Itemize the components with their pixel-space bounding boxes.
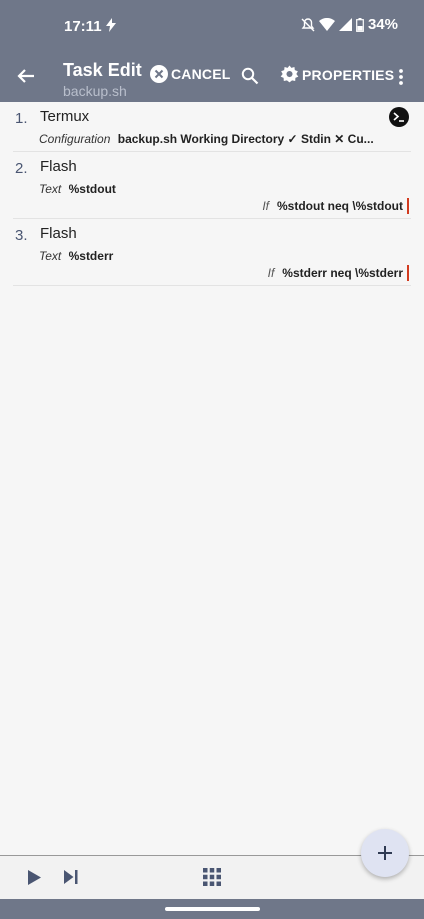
status-time: 17:11 <box>64 18 102 35</box>
cancel-label: CANCEL <box>171 66 231 82</box>
back-button[interactable] <box>14 64 38 88</box>
battery-icon <box>356 17 364 32</box>
play-button[interactable] <box>28 870 41 890</box>
more-vert-icon <box>399 69 403 85</box>
bottom-toolbar <box>0 856 424 899</box>
param-key: Text <box>39 249 62 263</box>
param-key: Configuration <box>39 132 111 146</box>
condition-marker <box>407 265 409 281</box>
home-handle[interactable] <box>165 907 260 911</box>
condition-label: If <box>262 199 269 213</box>
plus-icon <box>378 846 392 860</box>
condition-label: If <box>267 266 275 280</box>
cancel-icon <box>150 65 168 83</box>
grid-icon <box>203 868 221 886</box>
properties-label: PROPERTIES <box>302 66 395 83</box>
system-icons: 34% <box>301 16 398 33</box>
search-button[interactable] <box>241 67 259 85</box>
mute-icon <box>301 17 315 31</box>
wifi-icon <box>318 18 335 31</box>
bolt-icon <box>106 18 116 35</box>
condition-expression: %stderr neq \%stderr <box>282 266 403 280</box>
action-row[interactable]: 3. Flash Text %stderr If %stderr neq \%s… <box>13 219 411 286</box>
condition-marker <box>407 198 409 214</box>
action-row[interactable]: 1. Termux Configuration backup.sh Workin… <box>13 102 411 152</box>
more-options-button[interactable] <box>398 69 404 85</box>
apps-grid-button[interactable] <box>203 868 221 891</box>
param-value: %stderr <box>68 249 114 263</box>
action-row[interactable]: 2. Flash Text %stdout If %stdout neq \%s… <box>13 152 411 219</box>
condition-expression: %stdout neq \%stdout <box>277 199 403 213</box>
param-value: %stdout <box>68 182 116 196</box>
action-name: Flash <box>40 158 77 175</box>
action-number: 1. <box>15 110 28 127</box>
gear-icon <box>280 65 299 83</box>
step-button[interactable] <box>64 870 78 889</box>
action-params: Configuration backup.sh Working Director… <box>39 132 380 146</box>
action-params: Text %stdout <box>39 182 122 196</box>
app-bar: Task Edit backup.sh CANCEL PROPERTIES <box>0 50 424 102</box>
action-condition: If %stderr neq \%stderr <box>268 265 409 281</box>
param-value: backup.sh Working Directory ✓ Stdin ✕ Cu… <box>117 132 374 146</box>
play-icon <box>28 870 41 885</box>
terminal-icon <box>389 107 409 127</box>
navigation-bar <box>0 899 424 919</box>
battery-percent: 34% <box>367 16 398 33</box>
action-condition: If %stdout neq \%stdout <box>262 198 409 214</box>
back-arrow-icon <box>17 69 34 83</box>
param-key: Text <box>39 182 62 196</box>
action-params: Text %stderr <box>39 249 119 263</box>
skip-next-icon <box>64 870 78 884</box>
properties-button[interactable]: PROPERTIES <box>280 65 394 84</box>
status-bar: 17:11 34% <box>0 0 424 50</box>
action-number: 3. <box>15 227 28 244</box>
action-name: Termux <box>40 108 90 125</box>
signal-icon <box>338 18 352 31</box>
action-number: 2. <box>15 160 28 177</box>
cancel-button[interactable]: CANCEL <box>150 65 231 83</box>
action-name: Flash <box>40 225 77 242</box>
page-subtitle: backup.sh <box>63 83 127 99</box>
page-title: Task Edit <box>63 60 142 80</box>
search-icon <box>241 67 259 85</box>
add-action-button[interactable] <box>361 829 409 877</box>
